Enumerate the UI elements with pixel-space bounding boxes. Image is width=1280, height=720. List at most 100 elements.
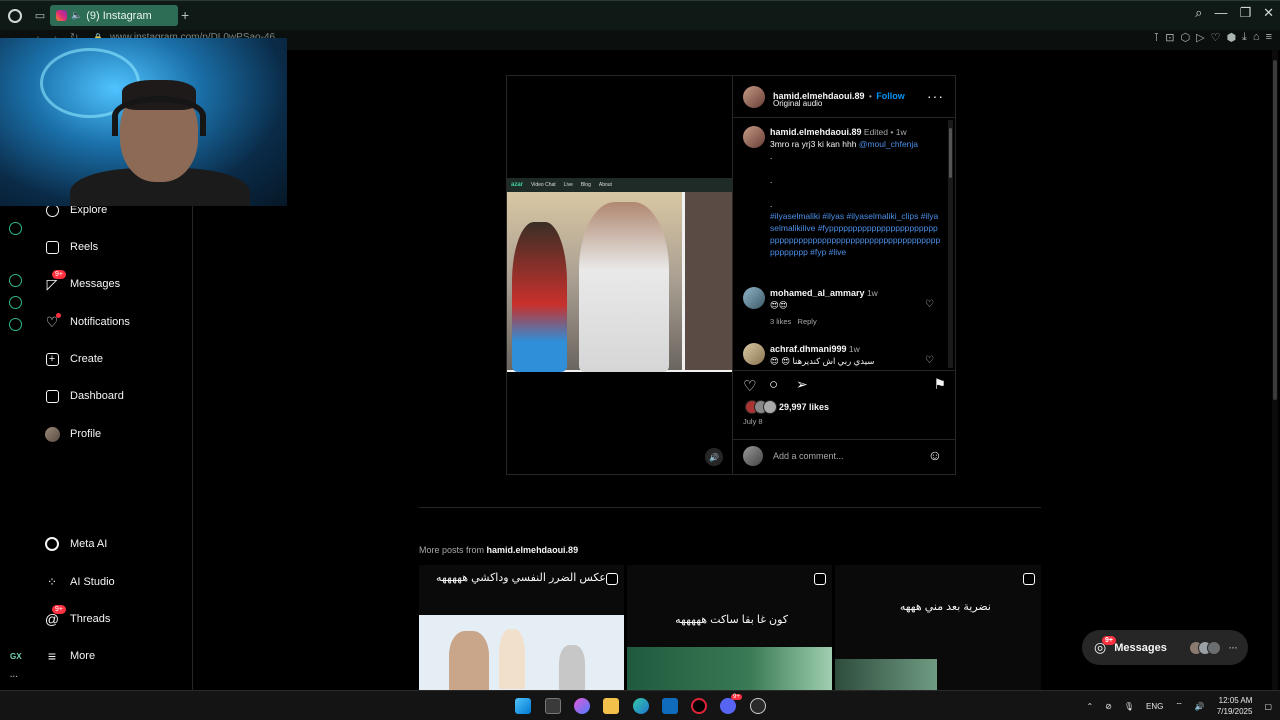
history-icon[interactable] [9, 274, 22, 287]
nav-threads[interactable]: @9+ Threads [44, 605, 110, 633]
easy-setup-icon[interactable]: ≡ [1266, 31, 1272, 44]
restore-button[interactable]: ❐ [1239, 5, 1251, 21]
comment-reply-button[interactable]: Reply [798, 317, 817, 326]
likes-count[interactable]: 29,997 likes [779, 402, 829, 412]
comment-username[interactable]: mohamed_al_ammary [770, 288, 865, 298]
minimize-button[interactable]: — [1214, 5, 1227, 21]
system-tray: ⌃ ⊘ 🎙 ENG ⌔ 🔊 12:05 AM 7/19/2025 ▢ [1086, 691, 1272, 720]
outlook-icon[interactable] [662, 698, 678, 714]
speaker-icon[interactable]: 🔈 [71, 10, 82, 21]
caption-mention[interactable]: @moul_chfenja [859, 139, 918, 149]
windows-start-icon[interactable] [515, 698, 531, 714]
comment-like-icon[interactable]: ♡ [925, 355, 934, 366]
more-posts-heading: More posts from hamid.elmehdaoui.89 [419, 545, 578, 555]
microphone-icon[interactable]: 🎙 [1124, 702, 1134, 711]
more-options-icon[interactable]: ··· [927, 88, 944, 104]
emoji-icon[interactable]: ☺ [928, 447, 942, 463]
comments-list: hamid.elmehdaoui.89 Edited • 1w 3mro ra … [733, 119, 956, 369]
comment-age: 1w [866, 288, 878, 298]
vpn-icon[interactable]: ⬡ [1180, 31, 1190, 44]
task-view-icon[interactable] [545, 698, 561, 714]
comment-icon[interactable]: ○ [769, 376, 778, 393]
commenter-avatar[interactable] [743, 287, 765, 309]
network-off-icon[interactable]: ⊘ [1105, 702, 1112, 711]
reel-icon [1023, 573, 1035, 585]
copilot-icon[interactable] [574, 698, 590, 714]
pin-icon[interactable]: ⊺ [1154, 31, 1160, 44]
tab-islands-icon[interactable]: ▭ [30, 1, 50, 31]
nav-meta-ai[interactable]: Meta AI [44, 530, 107, 558]
nav-messages[interactable]: ◸ 9+ Messages [44, 270, 120, 298]
new-tab-button[interactable]: + [181, 7, 189, 23]
language-indicator[interactable]: ENG [1146, 702, 1163, 711]
play-icon[interactable]: ▷ [1196, 31, 1204, 44]
like-icon[interactable]: ♡ [743, 377, 756, 395]
search-tabs-icon[interactable]: ⌕ [1195, 5, 1202, 21]
page-scroll-thumb[interactable] [1273, 60, 1277, 400]
discord-badge: 9+ [731, 694, 742, 700]
opera-gx-logo-icon[interactable] [0, 1, 30, 31]
caption-dot-line: . [770, 151, 773, 161]
more-post-item[interactable]: عكس الضرر النفسي وداكشي هههههه [419, 565, 624, 690]
more-post-item[interactable]: نضرية بعد مني هههه [835, 565, 1041, 690]
close-button[interactable]: ✕ [1263, 5, 1274, 21]
tray-chevron-icon[interactable]: ⌃ [1086, 702, 1093, 711]
nav-create[interactable]: + Create [44, 345, 103, 373]
plus-square-icon: + [44, 351, 60, 367]
edited-label: Edited [863, 127, 889, 137]
author-avatar[interactable] [743, 86, 765, 108]
comments-scroll-thumb[interactable] [949, 128, 952, 178]
snapshot-icon[interactable]: ⊡ [1165, 31, 1174, 44]
account-icon[interactable]: ⌂ [1253, 31, 1260, 44]
clock-date: 7/19/2025 [1216, 707, 1253, 716]
settings-icon[interactable] [9, 318, 22, 331]
nav-ai-studio[interactable]: ⁘ AI Studio [44, 568, 115, 596]
webcam-overlay [0, 38, 287, 206]
nav-dashboard[interactable]: Dashboard [44, 382, 124, 410]
post-actions: ♡ ○ ➢ ⚑ 29,997 likes July 8 [733, 370, 956, 432]
volume-icon[interactable]: 🔊 [1195, 702, 1205, 711]
follow-button[interactable]: Follow [876, 91, 905, 101]
file-explorer-icon[interactable] [603, 698, 619, 714]
comment-age: 1w [848, 344, 860, 354]
notification-center-icon[interactable]: ▢ [1264, 702, 1272, 711]
comment-username[interactable]: achraf.dhmani999 [770, 344, 847, 354]
commenter-avatar[interactable] [743, 343, 765, 365]
liked-by-avatars[interactable] [745, 400, 777, 414]
comment-input[interactable]: Add a comment... [773, 451, 844, 461]
nav-reels[interactable]: Reels [44, 233, 98, 261]
video-app-nav-item: Video Chat [531, 182, 556, 188]
more-posts-author[interactable]: hamid.elmehdaoui.89 [487, 545, 579, 555]
share-icon[interactable]: ➢ [796, 376, 808, 393]
gx-label[interactable]: GX [10, 652, 22, 661]
discord-icon[interactable] [720, 698, 736, 714]
more-sidebar-icon[interactable]: ··· [10, 672, 18, 681]
nav-notifications[interactable]: ♡ Notifications [44, 308, 130, 336]
player-icon[interactable] [9, 222, 22, 235]
audio-label[interactable]: Original audio [773, 99, 822, 108]
caption-avatar[interactable] [743, 126, 765, 148]
caption-author[interactable]: hamid.elmehdaoui.89 [770, 127, 862, 137]
comment-likes[interactable]: 3 likes [770, 317, 791, 326]
caption-hashtags[interactable]: #ilyaselmaliki #ilyas #ilyaselmaliki_cli… [770, 211, 940, 257]
extensions-icon[interactable]: ⬢ [1226, 31, 1236, 44]
wifi-icon[interactable]: ⌔ [1175, 701, 1183, 711]
nav-more[interactable]: ≡ More [44, 642, 95, 670]
edge-icon[interactable] [633, 698, 649, 714]
save-bookmark-icon[interactable]: ⚑ [933, 376, 946, 393]
nav-profile[interactable]: Profile [44, 420, 101, 448]
mute-toggle-button[interactable]: 🔊 [705, 448, 723, 466]
extensions-sidebar-icon[interactable] [9, 296, 22, 309]
download-icon[interactable]: ⤓ [1242, 31, 1247, 44]
messages-pill[interactable]: ◎ 9+ Messages ··· [1082, 630, 1248, 665]
more-post-item[interactable]: كون غا بقا ساكت هههههه [627, 565, 832, 690]
clock[interactable]: 12:05 AM 7/19/2025 [1217, 695, 1253, 717]
post-media[interactable]: azar Video Chat Live Blog About 🔊 [507, 76, 732, 474]
opera-gx-icon[interactable] [691, 698, 707, 714]
comment-like-icon[interactable]: ♡ [925, 299, 934, 310]
bookmark-heart-icon[interactable]: ♡ [1211, 31, 1221, 44]
nav-notifications-label: Notifications [70, 316, 130, 328]
browser-tab-instagram[interactable]: 🔈 (9) Instagram [50, 5, 178, 26]
post-date: July 8 [743, 417, 763, 426]
settings-app-icon[interactable] [750, 698, 766, 714]
